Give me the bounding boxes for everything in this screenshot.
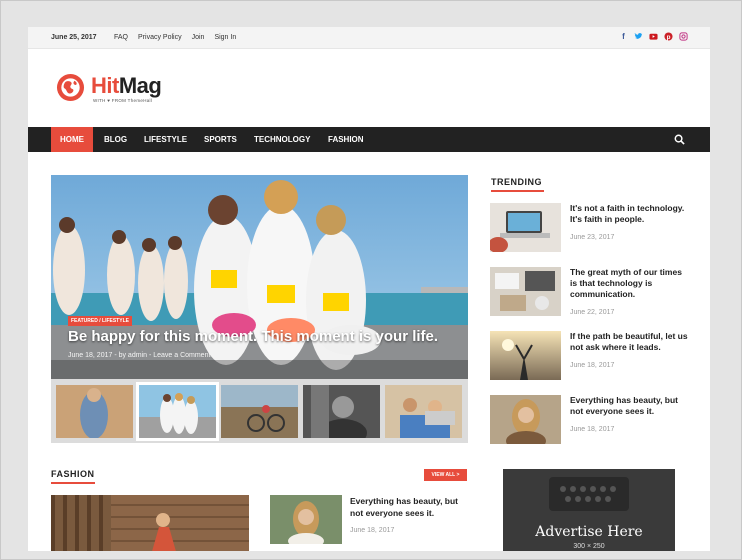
view-all-button[interactable]: VIEW ALL >	[424, 469, 467, 481]
slider-thumb-1[interactable]	[56, 385, 133, 438]
trending-thumb-1[interactable]	[490, 203, 561, 252]
fashion-main-image[interactable]	[51, 495, 249, 551]
top-bar: June 25, 2017 FAQ Privacy Policy Join Si…	[28, 27, 710, 49]
instagram-icon[interactable]	[679, 32, 688, 42]
trending-item-3[interactable]: If the path be beautiful, let us not ask…	[490, 331, 695, 381]
trending-title: TRENDING	[491, 177, 542, 187]
trending-thumb-4[interactable]	[490, 395, 561, 444]
trending-thumb-2[interactable]	[490, 267, 561, 316]
fashion-heading: FASHION	[51, 469, 95, 484]
trending-date-2: June 22, 2017	[570, 309, 615, 316]
hero-meta: June 18, 2017 - by admin - Leave a Comme…	[68, 352, 211, 359]
facebook-icon[interactable]: f	[619, 32, 628, 42]
top-links: FAQ Privacy Policy Join Sign In	[114, 34, 236, 41]
trending-title-1[interactable]: It's not a faith in technology. It's fai…	[570, 203, 688, 225]
trending-item-1[interactable]: It's not a faith in technology. It's fai…	[490, 203, 695, 253]
page: June 25, 2017 FAQ Privacy Policy Join Si…	[28, 27, 710, 551]
fashion-thumb[interactable]	[270, 495, 342, 544]
social-links: f p	[619, 32, 688, 42]
slider-thumb-3[interactable]	[221, 385, 298, 438]
top-link-privacy-policy[interactable]: Privacy Policy	[138, 34, 182, 41]
slider-thumb-5[interactable]	[385, 385, 462, 438]
nav-item-fashion[interactable]: FASHION	[319, 127, 373, 152]
fashion-item-date: June 18, 2017	[350, 527, 395, 534]
trending-date-3: June 18, 2017	[570, 362, 615, 369]
trending-title-4[interactable]: Everything has beauty, but not everyone …	[570, 395, 688, 417]
top-link-sign-in[interactable]: Sign In	[214, 34, 236, 41]
hero-image[interactable]	[51, 175, 468, 379]
trending-thumb-3[interactable]	[490, 331, 561, 380]
advert-text: Advertise Here	[535, 524, 643, 540]
fashion-item-title[interactable]: Everything has beauty, but not everyone …	[350, 495, 472, 519]
browser-frame: June 25, 2017 FAQ Privacy Policy Join Si…	[0, 0, 742, 560]
twitter-icon[interactable]	[634, 32, 643, 42]
trending-title-3[interactable]: If the path be beautiful, let us not ask…	[570, 331, 688, 353]
featured-slider: FEATURED / LIFESTYLE Be happy for this m…	[51, 175, 468, 443]
trending-date-4: June 18, 2017	[570, 426, 615, 433]
top-link-join[interactable]: Join	[192, 34, 205, 41]
hero-title[interactable]: Be happy for this moment. This moment is…	[68, 328, 458, 345]
search-icon[interactable]	[674, 134, 685, 145]
site-logo[interactable]: HitMag WITH ♥ FROM ThemeHall	[56, 71, 196, 107]
pinterest-icon[interactable]: p	[664, 32, 673, 42]
youtube-icon[interactable]	[649, 32, 658, 42]
nav-item-lifestyle[interactable]: LIFESTYLE	[135, 127, 196, 152]
trending-item-4[interactable]: Everything has beauty, but not everyone …	[490, 395, 695, 445]
site-name: HitMag	[91, 73, 162, 99]
globe-icon	[56, 73, 85, 102]
fashion-title: FASHION	[51, 469, 95, 479]
top-link-faq[interactable]: FAQ	[114, 34, 128, 41]
slider-thumb-2[interactable]	[136, 382, 219, 441]
trending-title-2[interactable]: The great myth of our times is that tech…	[570, 267, 688, 300]
trending-date-1: June 23, 2017	[570, 234, 615, 241]
slider-thumb-4[interactable]	[303, 385, 380, 438]
trending-item-2[interactable]: The great myth of our times is that tech…	[490, 267, 695, 317]
svg-text:p: p	[667, 34, 671, 41]
slider-thumbnails	[51, 379, 468, 443]
advert-size: 300 × 250	[573, 543, 605, 550]
trending-heading: TRENDING	[491, 177, 544, 192]
current-date: June 25, 2017	[51, 34, 97, 41]
advertisement[interactable]: Advertise Here 300 × 250	[503, 469, 675, 551]
site-name-mag: Mag	[118, 73, 162, 98]
category-badge[interactable]: FEATURED / LIFESTYLE	[68, 316, 132, 326]
nav-item-technology[interactable]: TECHNOLOGY	[245, 127, 319, 152]
site-tagline: WITH ♥ FROM ThemeHall	[93, 98, 153, 103]
site-name-hit: Hit	[91, 73, 119, 98]
nav-item-sports[interactable]: SPORTS	[195, 127, 246, 152]
nav-item-blog[interactable]: BLOG	[95, 127, 136, 152]
main-nav: HOME BLOG LIFESTYLE SPORTS TECHNOLOGY FA…	[28, 127, 710, 152]
nav-item-home[interactable]: HOME	[51, 127, 93, 152]
